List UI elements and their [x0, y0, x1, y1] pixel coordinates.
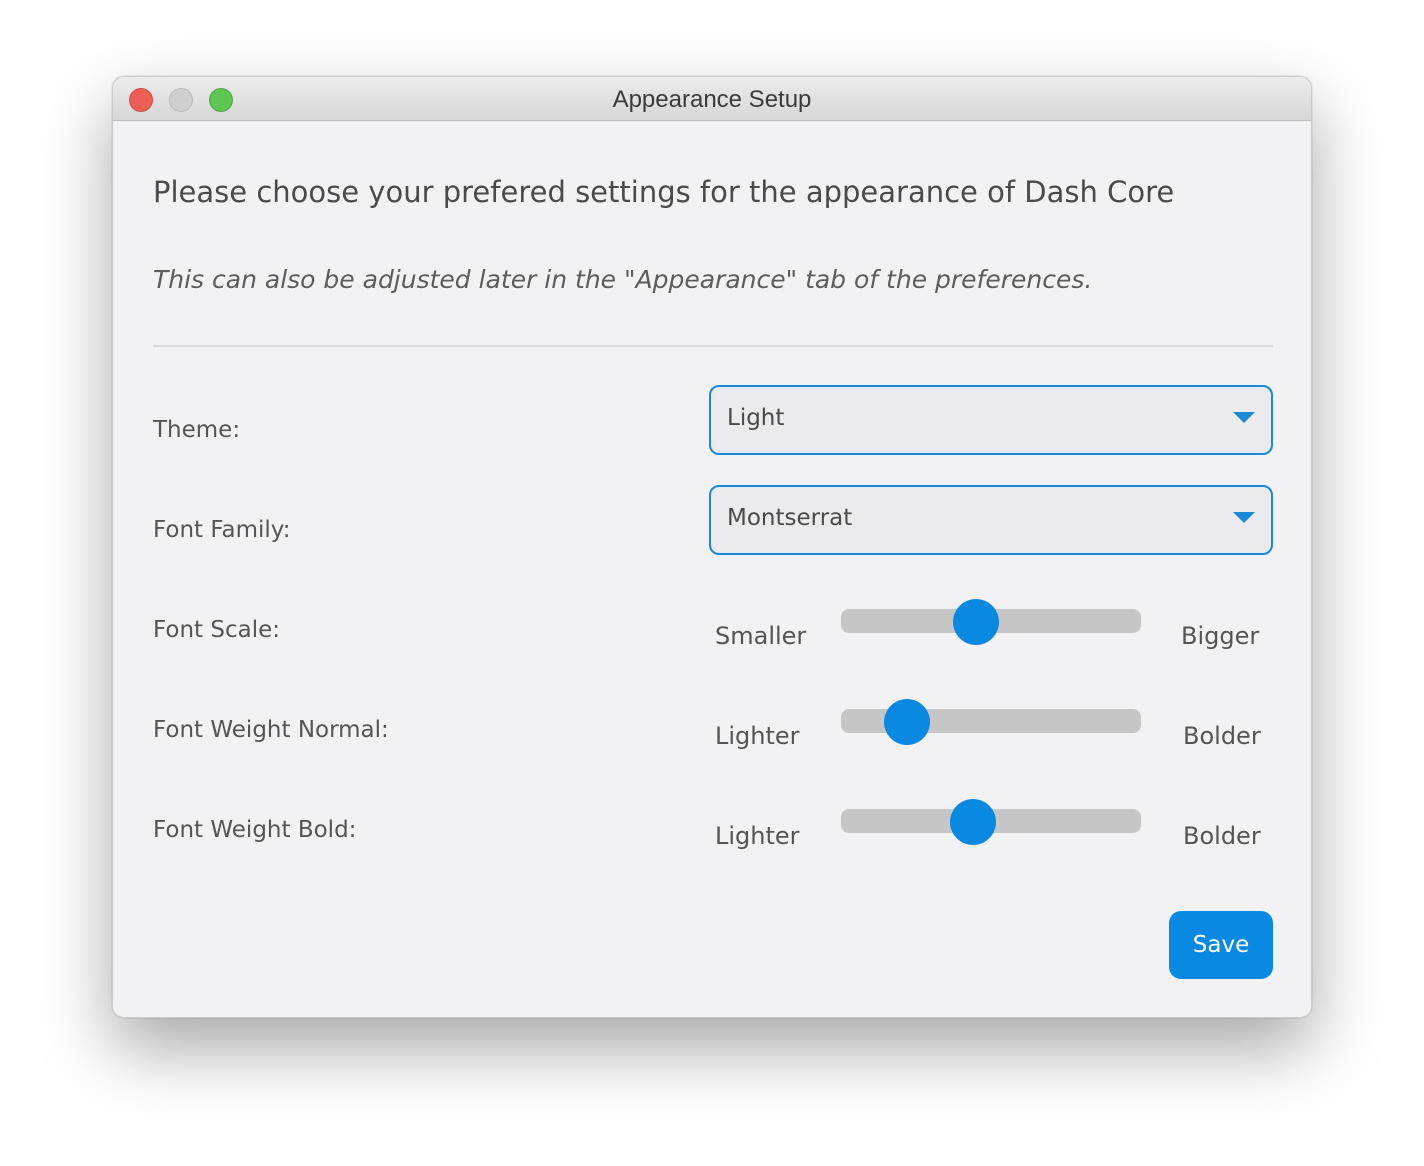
font-scale-label: Font Scale:	[153, 617, 281, 643]
font-scale-max-label: Bigger	[1181, 622, 1260, 650]
divider	[153, 345, 1273, 347]
font-family-dropdown[interactable]: Montserrat	[709, 485, 1273, 555]
font-weight-normal-label: Font Weight Normal:	[153, 717, 389, 743]
save-button[interactable]: Save	[1169, 911, 1273, 979]
font-weight-bold-slider[interactable]	[841, 799, 1141, 845]
page-subtitle: This can also be adjusted later in the "…	[153, 265, 1093, 294]
font-family-selected-value: Montserrat	[727, 505, 853, 531]
font-scale-min-label: Smaller	[715, 622, 807, 650]
font-weight-bold-label: Font Weight Bold:	[153, 817, 357, 843]
theme-selected-value: Light	[727, 405, 785, 431]
theme-dropdown[interactable]: Light	[709, 385, 1273, 455]
font-scale-slider-thumb[interactable]	[953, 599, 999, 645]
font-family-label: Font Family:	[153, 517, 291, 543]
window-title: Appearance Setup	[612, 86, 812, 113]
page-heading: Please choose your prefered settings for…	[153, 175, 1175, 209]
title-bar[interactable]: Appearance Setup	[113, 77, 1311, 121]
font-weight-normal-slider[interactable]	[841, 699, 1141, 745]
font-weight-bold-min-label: Lighter	[715, 822, 800, 850]
font-weight-normal-max-label: Bolder	[1183, 722, 1261, 750]
appearance-setup-window: Appearance Setup Please choose your pref…	[112, 76, 1312, 1018]
font-weight-normal-slider-thumb[interactable]	[884, 699, 930, 745]
font-weight-bold-max-label: Bolder	[1183, 822, 1261, 850]
font-weight-normal-min-label: Lighter	[715, 722, 800, 750]
caret-down-icon	[1233, 512, 1255, 523]
caret-down-icon	[1233, 412, 1255, 423]
font-weight-bold-slider-thumb[interactable]	[950, 799, 996, 845]
font-scale-slider[interactable]	[841, 599, 1141, 645]
theme-label: Theme:	[153, 417, 241, 443]
